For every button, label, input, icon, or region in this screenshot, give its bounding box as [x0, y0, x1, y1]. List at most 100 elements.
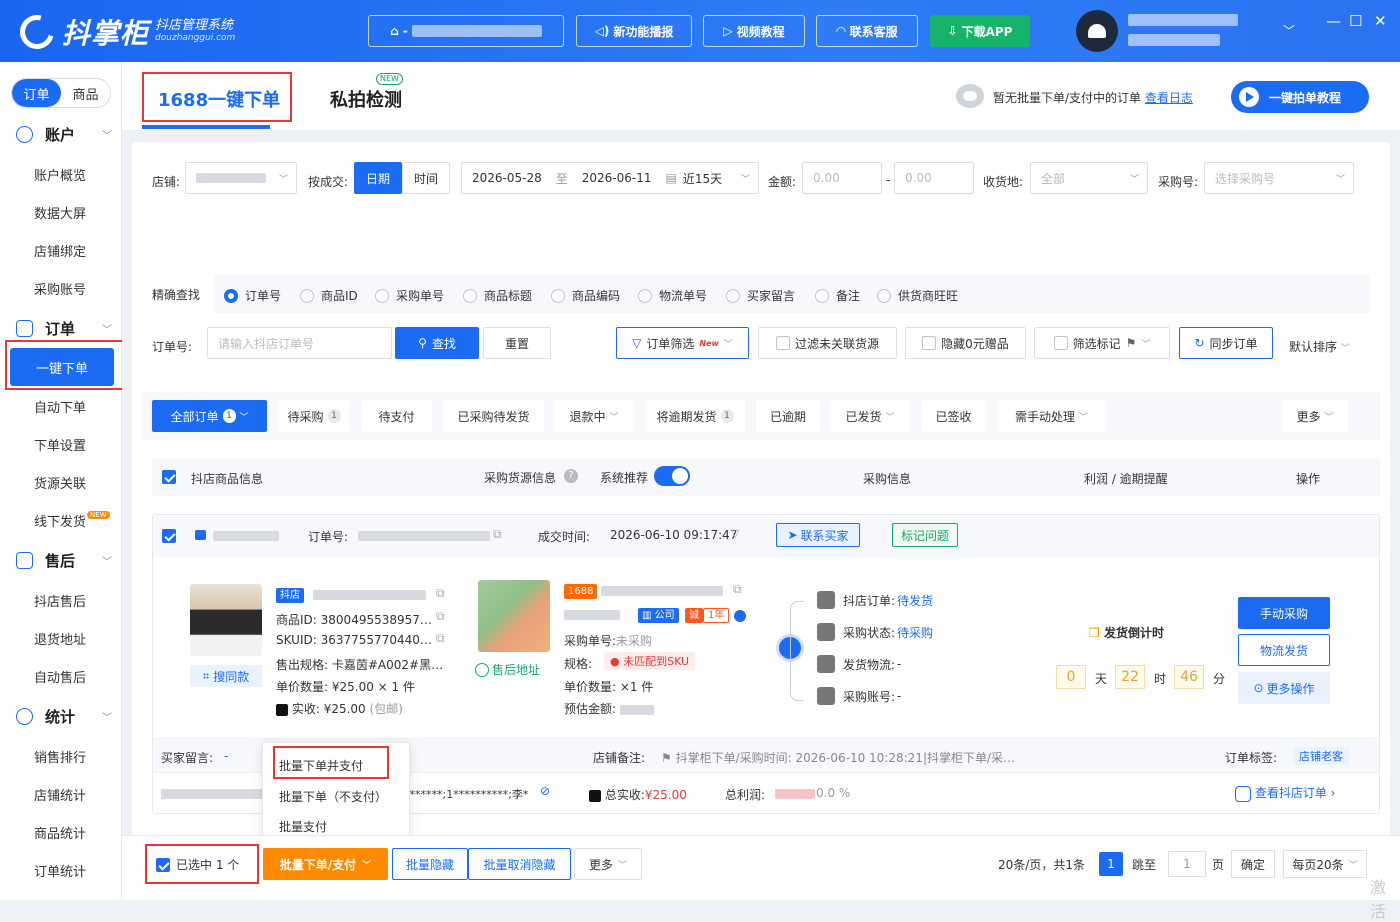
tab-refunding[interactable]: 退款中 ﹀ [554, 400, 634, 432]
tab-1688-one-click[interactable]: 1688一键下单 [158, 86, 280, 112]
view-shop-order-link[interactable]: 查看抖店订单 › [1235, 784, 1335, 802]
deal-by-date-button[interactable]: 日期 [354, 162, 402, 194]
sidebar-item-auto-after-sales[interactable]: 自动售后 [34, 667, 86, 686]
radio-buyer-message[interactable]: 买家留言 [726, 287, 795, 304]
radio-product-code[interactable]: 商品编码 [551, 287, 620, 304]
supplier-name-redacted[interactable] [564, 610, 620, 620]
hide-zero-gift-toggle[interactable]: 隐藏0元赠品 [905, 327, 1026, 359]
sidebar-item-one-click-order[interactable]: 一键下单 [10, 348, 114, 386]
copy-icon[interactable]: ⧉ [493, 527, 502, 542]
select-all-checkbox[interactable] [162, 470, 176, 484]
jump-page-input[interactable]: 1 [1168, 851, 1206, 877]
sidebar-item-product-stats[interactable]: 商品统计 [34, 823, 86, 842]
logistics-ship-button[interactable]: 物流发货 [1238, 634, 1330, 666]
shop-product-image[interactable] [190, 584, 262, 656]
source-product-image[interactable] [478, 580, 550, 652]
batch-hide-button[interactable]: 批量隐藏 [392, 848, 468, 880]
eye-off-icon[interactable]: ⊘ [540, 784, 550, 798]
contact-support-button[interactable]: ◠ 联系客服 [816, 15, 918, 47]
sidebar-item-account-overview[interactable]: 账户概览 [34, 165, 86, 184]
purchase-no-select[interactable]: 选择采购号 ﹀ [1204, 162, 1354, 194]
reset-button[interactable]: 重置 [483, 327, 551, 359]
sidebar-item-offline-shipping[interactable]: 线下发货 NEW [34, 511, 110, 530]
minimize-button[interactable]: — [1326, 12, 1341, 30]
filter-unlinked-toggle[interactable]: 过滤未关联货源 [758, 327, 897, 359]
deal-by-time-button[interactable]: 时间 [402, 162, 450, 194]
tab-overdue[interactable]: 已逾期 [756, 400, 820, 432]
after-sale-address-link[interactable]: 售后地址 [475, 661, 540, 678]
order-checkbox[interactable] [162, 529, 176, 543]
radio-order-no[interactable]: 订单号 [224, 287, 281, 304]
view-log-link[interactable]: 查看日志 [1145, 91, 1193, 105]
find-same-style-button[interactable]: ⌗ 搜同款 [190, 665, 262, 687]
tab-all-orders[interactable]: 全部订单 1 ﹀ [152, 400, 267, 432]
system-recommend-toggle[interactable] [654, 466, 690, 486]
mode-products[interactable]: 商品 [61, 79, 110, 107]
search-button[interactable]: ⚲ 查找 [395, 327, 479, 359]
page-1-button[interactable]: 1 [1099, 852, 1123, 876]
shop-select[interactable]: ﹀ [185, 162, 297, 194]
tab-manual-handling[interactable]: 需手动处理 ﹀ [997, 400, 1106, 432]
contact-buyer-button[interactable]: ➤ 联系买家 [776, 523, 860, 547]
sidebar-section-stats[interactable]: 统计 ﹀ [16, 706, 112, 727]
radio-supplier-wangwang[interactable]: 供货商旺旺 [877, 287, 958, 304]
user-menu-chevron-icon[interactable]: ﹀ [1283, 22, 1295, 39]
bottom-more-button[interactable]: 更多 ﹀ [574, 848, 642, 880]
sidebar-item-source-link[interactable]: 货源关联 [34, 473, 86, 492]
more-actions-button[interactable]: ⊙ 更多操作 [1238, 672, 1330, 704]
video-tutorial-button[interactable]: ▷ 视频教程 [703, 15, 805, 47]
tab-pending-purchase[interactable]: 待采购 1 [278, 400, 350, 432]
new-features-button[interactable]: ◁) 新功能播报 [576, 15, 692, 47]
sidebar-item-purchase-account[interactable]: 采购账号 [34, 279, 86, 298]
user-info-redacted[interactable] [1128, 14, 1238, 46]
sidebar-item-order-stats[interactable]: 订单统计 [34, 861, 86, 880]
tab-shipped[interactable]: 已发货 ﹀ [830, 400, 910, 432]
menu-item-batch-order-pay[interactable]: 批量下单并支付 [279, 757, 363, 774]
product-title-redacted[interactable] [313, 590, 426, 600]
radio-logistics-no[interactable]: 物流单号 [638, 287, 707, 304]
tab-signed[interactable]: 已签收 [921, 400, 986, 432]
copy-icon[interactable]: ⧉ [436, 586, 445, 601]
copy-icon[interactable]: ⧉ [733, 582, 742, 597]
radio-purchase-no[interactable]: 采购单号 [375, 287, 444, 304]
manual-purchase-button[interactable]: 手动采购 [1238, 597, 1330, 629]
batch-order-pay-button[interactable]: 批量下单/支付 ﹀ [263, 848, 388, 880]
receive-region-select[interactable]: 全部 ﹀ [1030, 162, 1148, 194]
order-no-input[interactable]: 请输入抖店订单号 [207, 327, 392, 359]
user-avatar[interactable] [1076, 10, 1118, 52]
sort-select[interactable]: 默认排序 ﹀ [1289, 338, 1350, 355]
download-app-button[interactable]: ⇩ 下载APP [930, 15, 1030, 47]
radio-product-title[interactable]: 商品标题 [463, 287, 532, 304]
mark-issue-button[interactable]: 标记问题 [892, 523, 958, 547]
sidebar-section-after-sales[interactable]: 售后 ﹀ [16, 550, 112, 571]
radio-remark[interactable]: 备注 [815, 287, 860, 304]
tab-more[interactable]: 更多 ﹀ [1282, 400, 1348, 432]
help-icon[interactable]: ? [564, 469, 578, 483]
tab-near-overdue[interactable]: 将逾期发货 1 [645, 400, 745, 432]
shop-note[interactable]: ⚑ 抖掌柜下单/采购时间: 2026-06-10 10:28:21|抖掌柜下单/… [661, 749, 1015, 766]
sync-orders-button[interactable]: ↻ 同步订单 [1179, 327, 1273, 359]
sidebar-item-shop-binding[interactable]: 店铺绑定 [34, 241, 86, 260]
mode-orders[interactable]: 订单 [12, 79, 61, 107]
tutorial-button[interactable]: 一键拍单教程 [1231, 81, 1369, 113]
sidebar-item-order-settings[interactable]: 下单设置 [34, 435, 86, 454]
sidebar-item-auto-order[interactable]: 自动下单 [34, 397, 86, 416]
maximize-button[interactable]: ☐ [1349, 12, 1362, 30]
close-button[interactable]: ✕ [1374, 12, 1387, 30]
filter-icon[interactable]: ▽ [731, 527, 739, 540]
selected-count[interactable]: 已选中 1 个 [156, 856, 239, 873]
order-filter-button[interactable]: ▽ 订单筛选 New ﹀ [616, 327, 749, 359]
radio-product-id[interactable]: 商品ID [300, 287, 358, 304]
sidebar-section-orders[interactable]: 订单 ﹀ [16, 318, 112, 339]
sidebar-item-shop-stats[interactable]: 店铺统计 [34, 785, 86, 804]
tab-pending-payment[interactable]: 待支付 [361, 400, 432, 432]
sidebar-item-return-address[interactable]: 退货地址 [34, 629, 86, 648]
menu-item-batch-order-no-pay[interactable]: 批量下单（不支付） [279, 788, 387, 805]
batch-unhide-button[interactable]: 批量取消隐藏 [468, 848, 571, 880]
amount-max-input[interactable]: 0.00 [894, 162, 974, 194]
sidebar-item-sales-ranking[interactable]: 销售排行 [34, 747, 86, 766]
copy-icon[interactable]: ⧉ [436, 631, 445, 646]
page-size-select[interactable]: 每页20条 ﹀ [1283, 850, 1367, 878]
tab-private-detection[interactable]: 私拍检测 [330, 86, 402, 112]
tab-purchased-pending-ship[interactable]: 已采购待发货 [443, 400, 544, 432]
